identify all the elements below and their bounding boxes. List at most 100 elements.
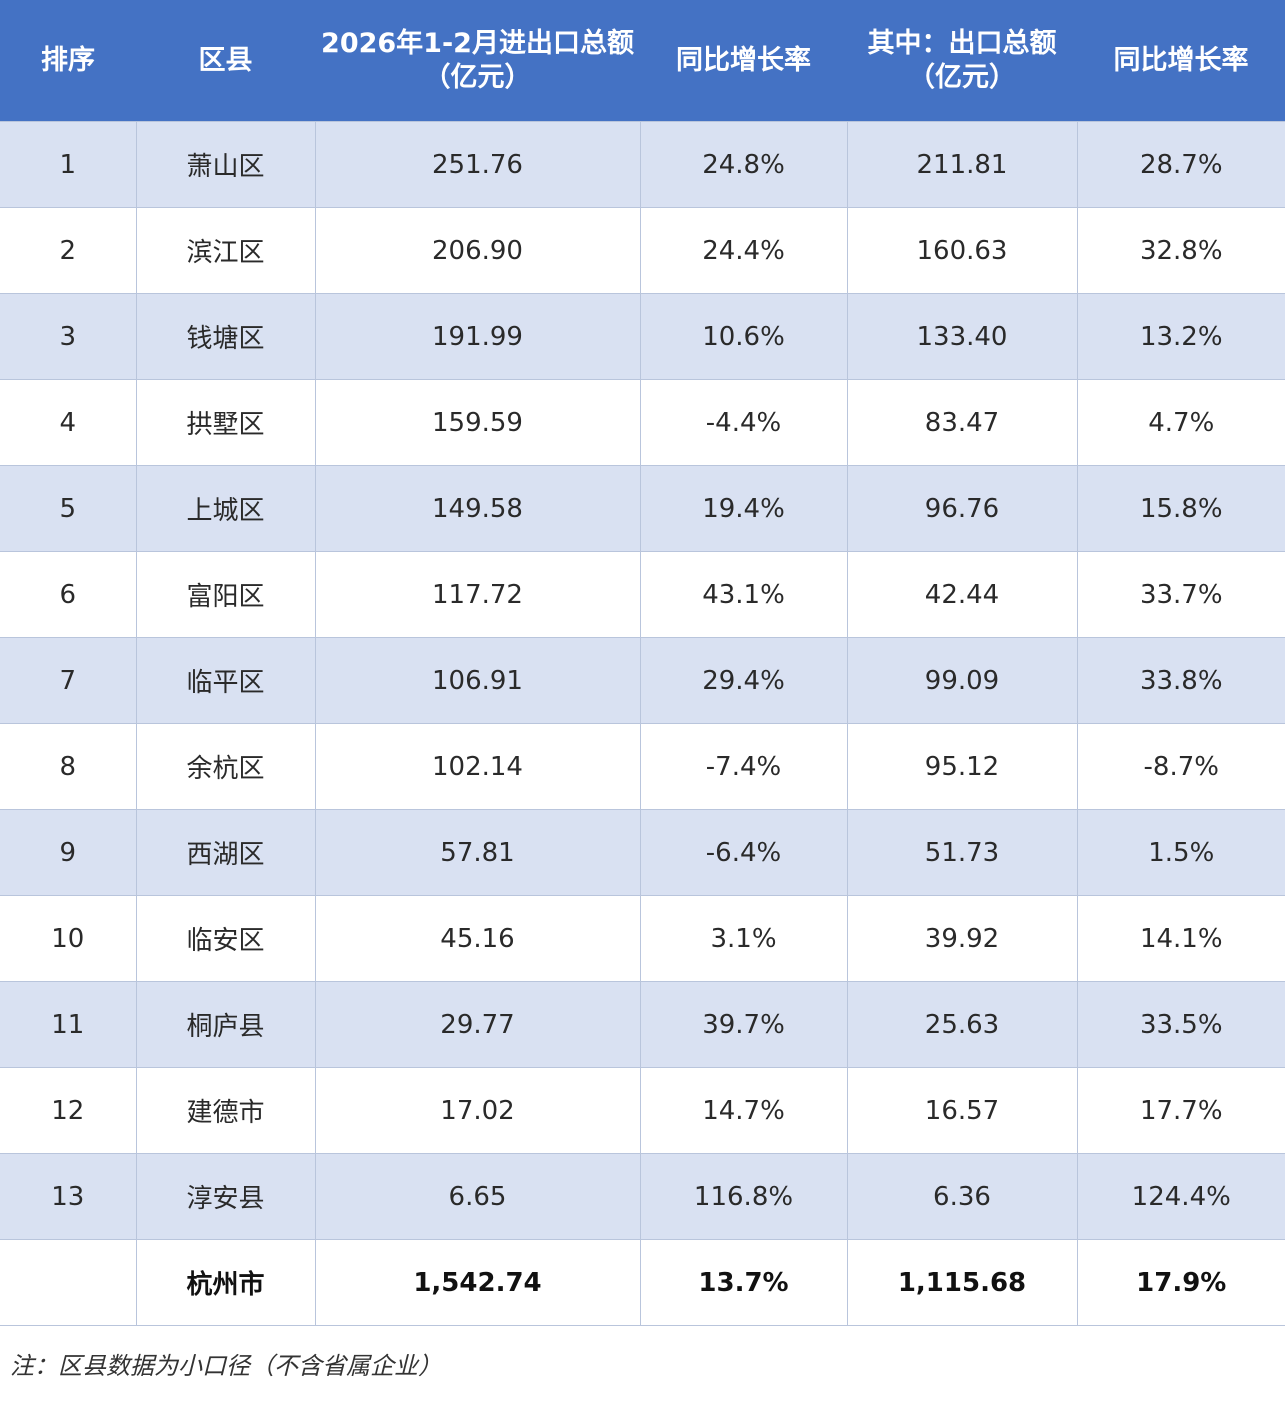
table-row: 4 拱墅区 159.59 -4.4% 83.47 4.7% — [0, 379, 1285, 466]
cell-export-growth: -8.7% — [1076, 723, 1285, 810]
cell-export: 1,115.68 — [846, 1239, 1077, 1326]
header-export: 其中：出口总额 （亿元） — [847, 0, 1077, 122]
cell-district: 萧山区 — [135, 121, 315, 208]
cell-district: 西湖区 — [135, 809, 315, 896]
cell-district: 余杭区 — [135, 723, 315, 810]
cell-district: 杭州市 — [135, 1239, 315, 1326]
cell-rank: 4 — [0, 379, 136, 466]
cell-total: 149.58 — [314, 465, 640, 552]
cell-total: 117.72 — [314, 551, 640, 638]
table-row: 13 淳安县 6.65 116.8% 6.36 124.4% — [0, 1153, 1285, 1240]
cell-export-growth: 17.9% — [1076, 1239, 1285, 1326]
cell-export-growth: 32.8% — [1076, 207, 1285, 294]
table-row: 9 西湖区 57.81 -6.4% 51.73 1.5% — [0, 809, 1285, 896]
cell-total-growth: 19.4% — [639, 465, 847, 552]
table-row: 3 钱塘区 191.99 10.6% 133.40 13.2% — [0, 293, 1285, 380]
cell-district: 上城区 — [135, 465, 315, 552]
cell-rank: 12 — [0, 1067, 136, 1154]
cell-export: 160.63 — [846, 207, 1077, 294]
cell-total-growth: 13.7% — [639, 1239, 847, 1326]
cell-total-growth: -4.4% — [639, 379, 847, 466]
table-header: 排序 区县 2026年1-2月进出口总额 （亿元） 同比增长率 其中：出口总额 … — [0, 0, 1285, 122]
table-body: 1 萧山区 251.76 24.8% 211.81 28.7% 2 滨江区 206.90 24.4… — [0, 121, 1285, 1326]
cell-export: 39.92 — [846, 895, 1077, 982]
cell-district: 桐庐县 — [135, 981, 315, 1068]
table-row: 11 桐庐县 29.77 39.7% 25.63 33.5% — [0, 981, 1285, 1068]
cell-export-growth: 33.8% — [1076, 637, 1285, 724]
cell-export: 25.63 — [846, 981, 1077, 1068]
cell-total-growth: 29.4% — [639, 637, 847, 724]
cell-total-growth: -7.4% — [639, 723, 847, 810]
cell-export-growth: 124.4% — [1076, 1153, 1285, 1240]
cell-export-growth: 13.2% — [1076, 293, 1285, 380]
cell-total: 6.65 — [314, 1153, 640, 1240]
header-export-growth: 同比增长率 — [1077, 0, 1285, 122]
cell-total-growth: 116.8% — [639, 1153, 847, 1240]
cell-total: 159.59 — [314, 379, 640, 466]
cell-total: 191.99 — [314, 293, 640, 380]
trade-table: 排序 区县 2026年1-2月进出口总额 （亿元） 同比增长率 其中：出口总额 … — [0, 0, 1285, 1326]
cell-export: 96.76 — [846, 465, 1077, 552]
table-row: 8 余杭区 102.14 -7.4% 95.12 -8.7% — [0, 723, 1285, 810]
cell-export-growth: 33.7% — [1076, 551, 1285, 638]
header-total-trade: 2026年1-2月进出口总额 （亿元） — [315, 0, 640, 122]
cell-export: 95.12 — [846, 723, 1077, 810]
cell-district: 滨江区 — [135, 207, 315, 294]
cell-district: 钱塘区 — [135, 293, 315, 380]
cell-rank: 9 — [0, 809, 136, 896]
cell-district: 淳安县 — [135, 1153, 315, 1240]
cell-rank: 6 — [0, 551, 136, 638]
cell-total: 102.14 — [314, 723, 640, 810]
cell-district: 建德市 — [135, 1067, 315, 1154]
cell-total-growth: 10.6% — [639, 293, 847, 380]
table-row: 2 滨江区 206.90 24.4% 160.63 32.8% — [0, 207, 1285, 294]
cell-export: 6.36 — [846, 1153, 1077, 1240]
cell-total: 251.76 — [314, 121, 640, 208]
cell-total: 17.02 — [314, 1067, 640, 1154]
cell-export-growth: 28.7% — [1076, 121, 1285, 208]
cell-total: 29.77 — [314, 981, 640, 1068]
cell-rank: 5 — [0, 465, 136, 552]
header-total-growth: 同比增长率 — [640, 0, 847, 122]
header-rank: 排序 — [0, 0, 136, 122]
cell-total: 1,542.74 — [314, 1239, 640, 1326]
cell-district: 临安区 — [135, 895, 315, 982]
cell-export-growth: 4.7% — [1076, 379, 1285, 466]
cell-export-growth: 33.5% — [1076, 981, 1285, 1068]
table-row: 6 富阳区 117.72 43.1% 42.44 33.7% — [0, 551, 1285, 638]
cell-total-growth: 43.1% — [639, 551, 847, 638]
cell-rank — [0, 1239, 136, 1326]
total-row: 杭州市 1,542.74 13.7% 1,115.68 17.9% — [0, 1239, 1285, 1326]
cell-export-growth: 15.8% — [1076, 465, 1285, 552]
cell-rank: 8 — [0, 723, 136, 810]
table-row: 5 上城区 149.58 19.4% 96.76 15.8% — [0, 465, 1285, 552]
cell-district: 富阳区 — [135, 551, 315, 638]
cell-total-growth: -6.4% — [639, 809, 847, 896]
table-row: 7 临平区 106.91 29.4% 99.09 33.8% — [0, 637, 1285, 724]
cell-export: 51.73 — [846, 809, 1077, 896]
cell-total-growth: 24.8% — [639, 121, 847, 208]
cell-district: 临平区 — [135, 637, 315, 724]
cell-rank: 7 — [0, 637, 136, 724]
cell-total: 45.16 — [314, 895, 640, 982]
cell-export-growth: 1.5% — [1076, 809, 1285, 896]
table-row: 1 萧山区 251.76 24.8% 211.81 28.7% — [0, 121, 1285, 208]
table-row: 10 临安区 45.16 3.1% 39.92 14.1% — [0, 895, 1285, 982]
cell-rank: 3 — [0, 293, 136, 380]
cell-total-growth: 3.1% — [639, 895, 847, 982]
table-row: 12 建德市 17.02 14.7% 16.57 17.7% — [0, 1067, 1285, 1154]
cell-total: 57.81 — [314, 809, 640, 896]
header-district: 区县 — [136, 0, 315, 122]
cell-rank: 11 — [0, 981, 136, 1068]
cell-export: 42.44 — [846, 551, 1077, 638]
cell-rank: 1 — [0, 121, 136, 208]
footnote: 注：区县数据为小口径（不含省属企业） — [10, 1352, 442, 1380]
cell-district: 拱墅区 — [135, 379, 315, 466]
cell-export-growth: 17.7% — [1076, 1067, 1285, 1154]
cell-export: 211.81 — [846, 121, 1077, 208]
cell-export: 83.47 — [846, 379, 1077, 466]
cell-export: 99.09 — [846, 637, 1077, 724]
cell-total-growth: 24.4% — [639, 207, 847, 294]
cell-total: 106.91 — [314, 637, 640, 724]
trade-table-page: 排序 区县 2026年1-2月进出口总额 （亿元） 同比增长率 其中：出口总额 … — [0, 0, 1285, 1401]
